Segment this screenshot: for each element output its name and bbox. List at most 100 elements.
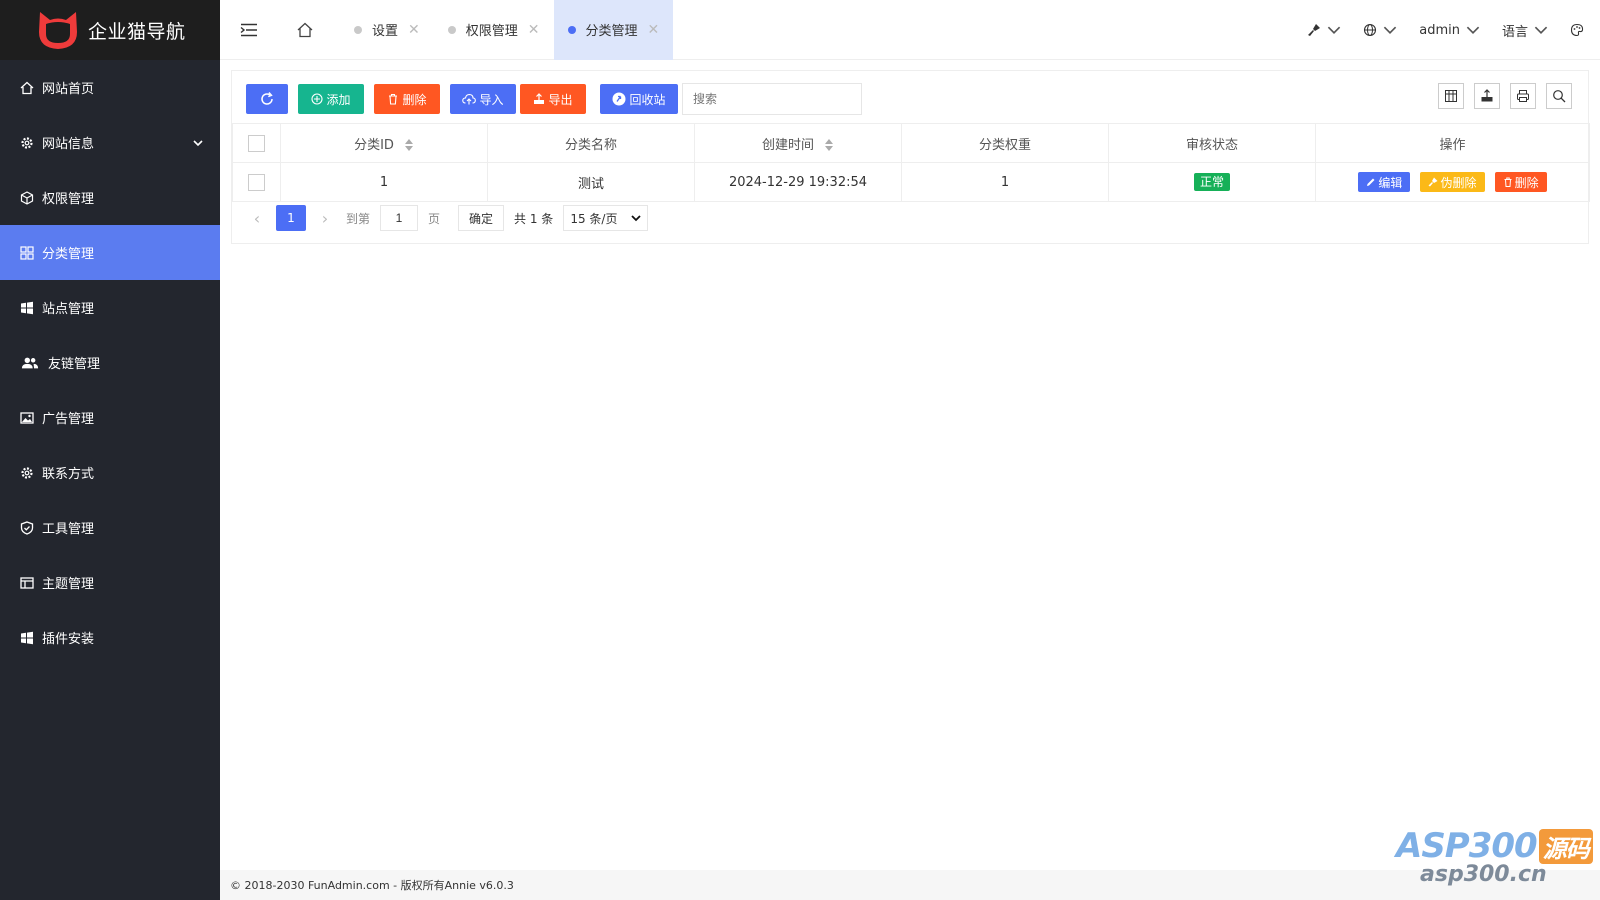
sort-icon[interactable]	[404, 139, 414, 151]
top-bar: 设置 ✕ 权限管理 ✕ 分类管理 ✕ admin 语言	[220, 0, 1600, 60]
username: admin	[1419, 22, 1460, 38]
select-all-checkbox[interactable]	[248, 134, 265, 152]
cell-status: 正常	[1108, 162, 1316, 202]
sidebar-item-site-info[interactable]: 网站信息	[0, 115, 220, 170]
page-label: 页	[428, 211, 441, 226]
globe-icon	[1364, 23, 1377, 37]
current-page[interactable]: 1	[276, 205, 306, 231]
trash-icon	[389, 93, 398, 105]
import-button[interactable]: 导入	[450, 84, 516, 114]
soft-delete-button[interactable]: 伪删除	[1420, 172, 1485, 192]
watermark-brand: ASP300	[1396, 826, 1538, 866]
sidebar-item-label: 主题管理	[42, 577, 95, 592]
sidebar-item-label: 网站信息	[42, 137, 95, 152]
tab-label: 分类管理	[585, 24, 638, 39]
sidebar: 企业猫导航 网站首页 网站信息 权限管理 分类管理 站点管理 友链管理 广告管理…	[0, 0, 220, 900]
language-dropdown[interactable]: 语言	[1502, 21, 1548, 40]
prev-page-icon[interactable]: ‹	[246, 205, 268, 231]
sidebar-item-label: 广告管理	[42, 412, 95, 427]
sidebar-item-label: 工具管理	[42, 522, 95, 537]
sidebar-item-categories[interactable]: 分类管理	[0, 225, 220, 280]
copyright-text: © 2018-2030 FunAdmin.com - 版权所有Annie v6.…	[230, 879, 514, 892]
edit-button[interactable]: 编辑	[1358, 172, 1411, 192]
goto-label: 到第	[346, 211, 371, 226]
column-label: 审核状态	[1185, 137, 1238, 153]
sidebar-item-home[interactable]: 网站首页	[0, 60, 220, 115]
close-icon[interactable]: ✕	[528, 22, 540, 38]
page-size-select[interactable]: 15 条/页	[563, 205, 649, 231]
recycle-bin-button[interactable]: 回收站	[600, 84, 678, 114]
home-icon[interactable]	[296, 21, 314, 39]
tab-settings[interactable]: 设置 ✕	[340, 0, 434, 60]
cell-weight: 1	[901, 162, 1109, 202]
brush-icon	[1308, 24, 1321, 36]
table-header-row: 分类ID 分类名称 创建时间 分类权重 审核状态 操作	[232, 123, 1590, 163]
print-icon	[1517, 90, 1529, 102]
row-checkbox[interactable]	[248, 173, 265, 191]
cube-icon	[20, 190, 34, 205]
status-badge[interactable]: 正常	[1193, 173, 1230, 191]
sort-icon[interactable]	[824, 139, 834, 151]
logo[interactable]: 企业猫导航	[0, 0, 220, 60]
add-button[interactable]: 添加	[298, 84, 364, 114]
category-table: 分类ID 分类名称 创建时间 分类权重 审核状态 操作 1 测试 2024-12…	[232, 123, 1590, 202]
print-button[interactable]	[1510, 83, 1536, 109]
next-page-icon[interactable]: ›	[314, 205, 336, 231]
sidebar-item-permissions[interactable]: 权限管理	[0, 170, 220, 225]
table-toolbar: 添加 删除 导入 导出 回收站	[246, 83, 862, 115]
delete-row-label: 删除	[1514, 175, 1539, 190]
sidebar-item-label: 友链管理	[48, 357, 101, 372]
close-icon[interactable]: ✕	[408, 22, 420, 38]
pagination: ‹ 1 › 到第 页 确定 共 1 条 15 条/页	[246, 205, 649, 231]
delete-row-button[interactable]: 删除	[1494, 172, 1547, 192]
export-button[interactable]: 导出	[520, 84, 586, 114]
sidebar-item-contact[interactable]: 联系方式	[0, 445, 220, 500]
goto-confirm-button[interactable]: 确定	[458, 205, 505, 231]
cell-id: 1	[280, 162, 488, 202]
sidebar-item-label: 联系方式	[42, 467, 95, 482]
sidebar-item-label: 站点管理	[42, 302, 95, 317]
cell-name: 测试	[487, 162, 695, 202]
layout-icon	[20, 576, 34, 590]
page-size-value: 15 条/页	[570, 211, 618, 226]
theme-button[interactable]	[1570, 23, 1584, 37]
refresh-button[interactable]	[246, 84, 288, 114]
recycle-label: 回收站	[629, 92, 666, 107]
sidebar-item-plugins[interactable]: 插件安装	[0, 610, 220, 665]
pencil-icon	[1367, 178, 1375, 186]
search-input[interactable]	[682, 83, 862, 115]
sidebar-item-label: 网站首页	[42, 82, 95, 97]
sidebar-item-ads[interactable]: 广告管理	[0, 390, 220, 445]
sidebar-item-tools[interactable]: 工具管理	[0, 500, 220, 555]
columns-icon	[1445, 90, 1457, 102]
delete-button[interactable]: 删除	[374, 84, 440, 114]
column-header-created[interactable]: 创建时间	[694, 123, 902, 163]
sidebar-item-sites[interactable]: 站点管理	[0, 280, 220, 335]
column-label: 分类名称	[564, 137, 617, 153]
recycle-icon	[612, 92, 626, 106]
column-header-actions: 操作	[1315, 123, 1590, 163]
edit-label: 编辑	[1378, 175, 1403, 190]
palette-icon	[1570, 23, 1584, 37]
windows-icon	[20, 631, 34, 645]
column-header-id[interactable]: 分类ID	[280, 123, 488, 163]
menu-toggle-icon[interactable]	[240, 23, 258, 37]
sidebar-item-links[interactable]: 友链管理	[0, 335, 220, 390]
export-table-button[interactable]	[1474, 83, 1500, 109]
user-dropdown[interactable]: admin	[1419, 23, 1480, 38]
search-toggle-button[interactable]	[1546, 83, 1572, 109]
watermark-logo: ASP300 源码 asp300.cn	[1396, 826, 1596, 896]
windows-icon	[20, 301, 34, 315]
goto-page-input[interactable]	[380, 205, 419, 231]
tab-permissions[interactable]: 权限管理 ✕	[434, 0, 554, 60]
close-icon[interactable]: ✕	[648, 22, 660, 38]
clear-cache-dropdown[interactable]	[1307, 23, 1341, 37]
watermark-top: ASP300 源码	[1396, 826, 1596, 866]
tab-categories[interactable]: 分类管理 ✕	[553, 0, 674, 60]
column-filter-button[interactable]	[1438, 83, 1464, 109]
apps-icon	[20, 245, 34, 260]
cloud-upload-icon	[462, 93, 477, 105]
table-row: 1 测试 2024-12-29 19:32:54 1 正常 编辑 伪删除 删除	[232, 162, 1590, 202]
site-dropdown[interactable]	[1363, 23, 1397, 37]
sidebar-item-themes[interactable]: 主题管理	[0, 555, 220, 610]
